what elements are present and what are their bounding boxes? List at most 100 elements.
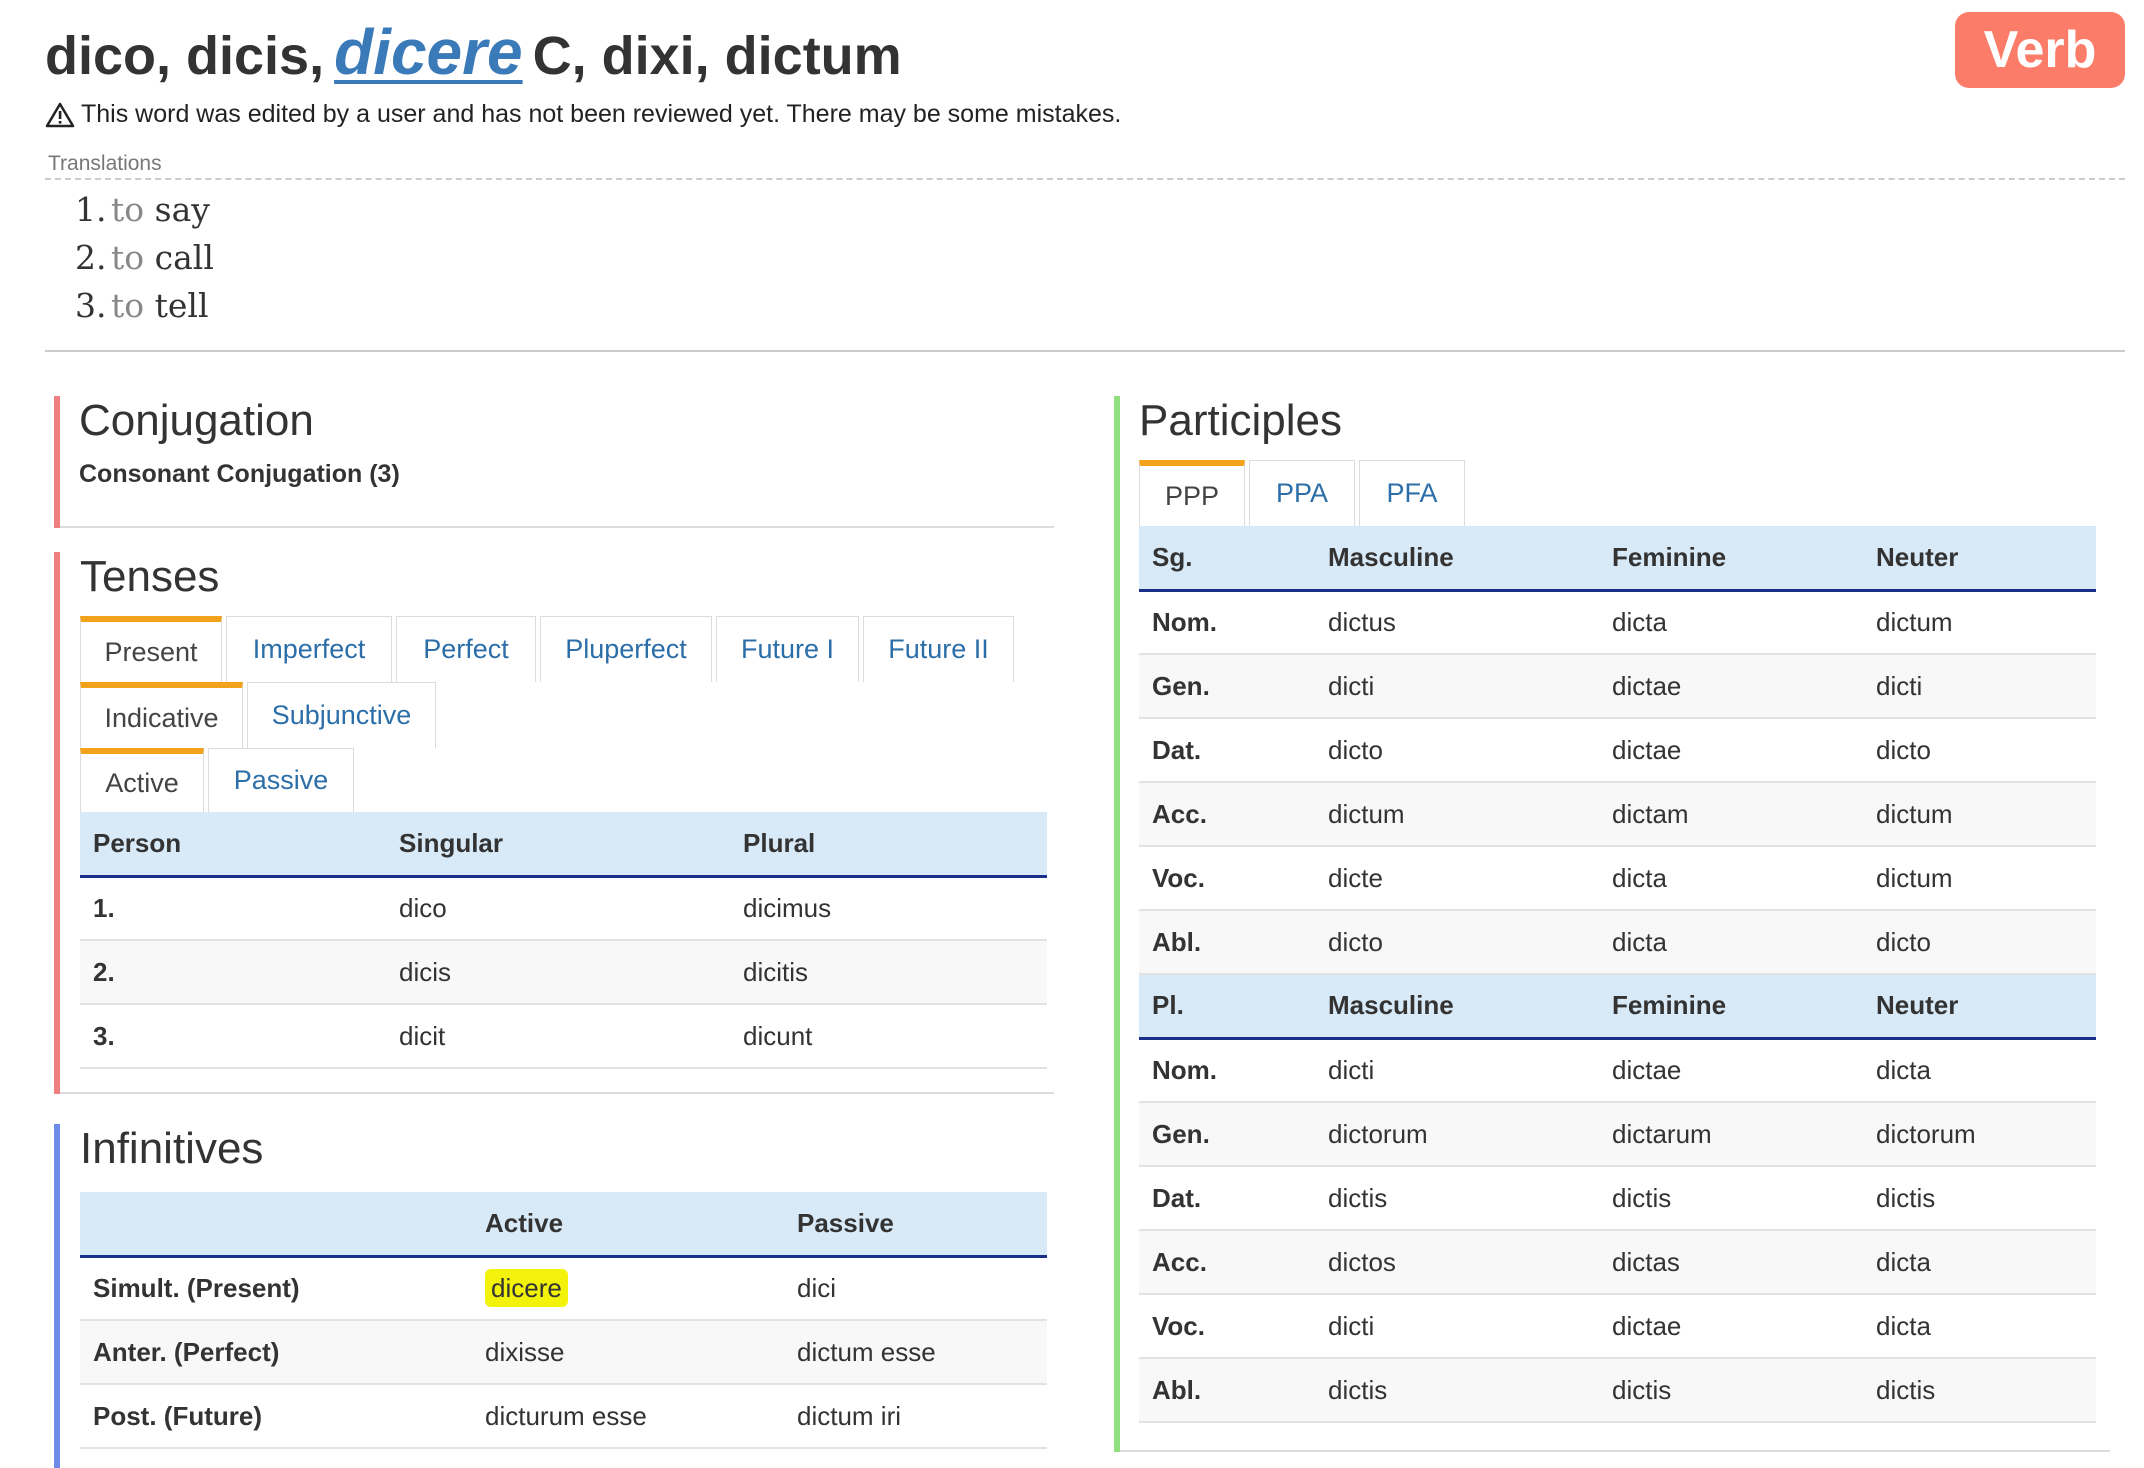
tense-tabs: Present Imperfect Perfect Pluperfect Fut… [80,616,1047,682]
table-row: Nom. dicti dictae dicta [1139,1038,2096,1103]
translation-item: 1. to say [75,186,214,234]
table-cell: dictas [1599,1230,1863,1295]
translations-label: Translations [48,152,162,175]
table-cell: dicti [1863,654,2096,719]
conjugation-heading: Conjugation [79,396,314,445]
tenses-heading: Tenses [80,552,220,601]
section-divider [60,526,1054,528]
conjugation-section: Conjugation Consonant Conjugation (3) [54,396,1054,528]
table-cell: dictae [1599,1294,1863,1359]
table-cell: Voc. [1139,1294,1315,1359]
table-cell: dicit [386,1004,730,1069]
page-title: dico, dicis, dicere C, dixi, dictum [45,12,2125,96]
table-cell: 3. [80,1004,386,1069]
table-row: Nom. dictus dicta dictum [1139,590,2096,655]
translation-number: 3. [75,286,107,325]
translations-list: 1. to say 2. to call 3. to tell [75,186,214,330]
table-cell: dictos [1315,1230,1599,1295]
table-cell: dicturum esse [472,1384,784,1449]
table-cell: dictis [1599,1358,1863,1423]
table-cell: dicto [1315,718,1599,783]
table-cell: Abl. [1139,1358,1315,1423]
table-cell: 2. [80,940,386,1005]
table-row: 3. dicit dicunt [80,1004,1047,1069]
mood-tabs: Indicative Subjunctive [80,682,1047,748]
column-header: Singular [386,812,730,878]
table-cell: dicta [1863,1230,2096,1295]
tab-indicative[interactable]: Indicative [80,682,243,748]
table-row: 2. dicis dicitis [80,940,1047,1005]
table-cell: dictae [1599,654,1863,719]
table-row: Voc. dicti dictae dicta [1139,1294,2096,1359]
table-cell: dictam [1599,782,1863,847]
table-cell: Simult. (Present) [80,1256,472,1321]
table-cell: dicunt [730,1004,1047,1069]
table-row: Dat. dictis dictis dictis [1139,1166,2096,1231]
table-row: Simult. (Present) dicere dici [80,1256,1047,1321]
column-header: Masculine [1315,974,1599,1040]
table-cell: dicta [1863,1038,2096,1103]
infinitives-table: Active Passive Simult. (Present) dicere … [80,1192,1047,1449]
column-header: Sg. [1139,526,1315,592]
table-cell: Acc. [1139,1230,1315,1295]
table-header-row: Active Passive [80,1192,1047,1258]
translation-to: to [111,238,145,277]
table-row: Post. (Future) dicturum esse dictum iri [80,1384,1047,1449]
table-cell: dictum [1863,782,2096,847]
table-cell: dicti [1315,1294,1599,1359]
table-cell: dici [784,1256,1047,1321]
tab-imperfect[interactable]: Imperfect [226,616,392,682]
table-cell: dictae [1599,718,1863,783]
conjugation-accent-bar [54,396,60,528]
section-divider [60,1092,1054,1094]
table-cell: Abl. [1139,910,1315,975]
column-header: Active [472,1192,784,1258]
infinitives-heading: Infinitives [80,1124,264,1173]
translation-to: to [111,286,145,325]
table-row: 1. dico dicimus [80,876,1047,941]
translations-divider [45,178,2125,180]
table-header-row: Sg. Masculine Feminine Neuter [1139,526,2096,592]
table-cell: dicte [1315,846,1599,911]
tab-pluperfect[interactable]: Pluperfect [540,616,712,682]
table-cell: dicta [1599,910,1863,975]
table-cell: dictis [1863,1166,2096,1231]
tab-active[interactable]: Active [80,748,204,812]
tab-perfect[interactable]: Perfect [396,616,536,682]
conjugation-value: Consonant Conjugation (3) [79,460,400,488]
column-header: Feminine [1599,526,1863,592]
table-cell: dictis [1599,1166,1863,1231]
table-cell: Voc. [1139,846,1315,911]
tab-future-1[interactable]: Future I [716,616,859,682]
lemma-link[interactable]: dicere [334,16,523,88]
word-header: dico, dicis, dicere C, dixi, dictum Verb [45,12,2125,92]
table-cell: dicta [1599,846,1863,911]
table-cell: dictum [1863,590,2096,655]
tenses-accent-bar [54,552,60,1094]
participle-tabs: PPP PPA PFA [1139,460,2096,526]
table-cell: dictum [1315,782,1599,847]
column-header: Person [80,812,386,878]
tab-pfa[interactable]: PFA [1359,460,1465,526]
tab-passive[interactable]: Passive [208,748,354,812]
table-cell: dicta [1599,590,1863,655]
part-of-speech-badge: Verb [1955,12,2125,88]
tab-ppp[interactable]: PPP [1139,460,1245,526]
tab-present[interactable]: Present [80,616,222,682]
main-divider [45,350,2125,352]
table-row: Abl. dicto dicta dicto [1139,910,2096,975]
column-header: Pl. [1139,974,1315,1040]
table-cell: dicto [1863,718,2096,783]
infinitives-section: Infinitives Active Passive Simult. (Pres… [54,1124,1054,1468]
table-cell: Nom. [1139,1038,1315,1103]
tab-ppa[interactable]: PPA [1249,460,1355,526]
tab-subjunctive[interactable]: Subjunctive [247,682,436,748]
table-cell: dictus [1315,590,1599,655]
table-header-row: Person Singular Plural [80,812,1047,878]
table-cell: 1. [80,876,386,941]
table-cell: dictum esse [784,1320,1047,1385]
tab-future-2[interactable]: Future II [863,616,1014,682]
table-cell: dicto [1315,910,1599,975]
table-cell: dicti [1315,654,1599,719]
column-header: Passive [784,1192,1047,1258]
